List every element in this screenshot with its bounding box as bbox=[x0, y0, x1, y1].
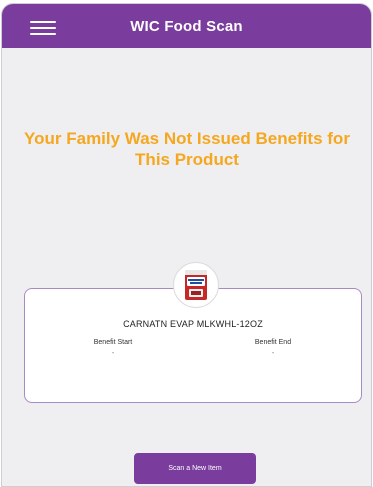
scan-new-item-button[interactable]: Scan a New Item bbox=[134, 453, 256, 484]
benefit-end-label: Benefit End bbox=[254, 339, 292, 346]
benefit-end-value: - bbox=[271, 350, 275, 357]
milk-can-graphic bbox=[185, 270, 207, 300]
benefit-start-value: - bbox=[111, 350, 115, 357]
menu-bar bbox=[30, 33, 56, 35]
no-benefits-message: Your Family Was Not Issued Benefits for … bbox=[24, 129, 350, 169]
app-title: WIC Food Scan bbox=[130, 17, 243, 35]
product-name: CARNATN EVAP MLKWHL-12OZ bbox=[123, 319, 263, 329]
benefit-end: Benefit End - bbox=[213, 339, 333, 357]
benefit-start-label: Benefit Start bbox=[93, 339, 133, 346]
menu-bar bbox=[30, 21, 56, 23]
evaporated-milk-can-icon bbox=[173, 262, 219, 308]
menu-bar bbox=[30, 27, 56, 29]
app-screen: WIC Food Scan Your Family Was Not Issued… bbox=[1, 3, 372, 487]
benefit-start: Benefit Start - bbox=[53, 339, 173, 357]
hamburger-menu-icon[interactable] bbox=[30, 21, 56, 35]
app-header: WIC Food Scan bbox=[2, 4, 371, 48]
